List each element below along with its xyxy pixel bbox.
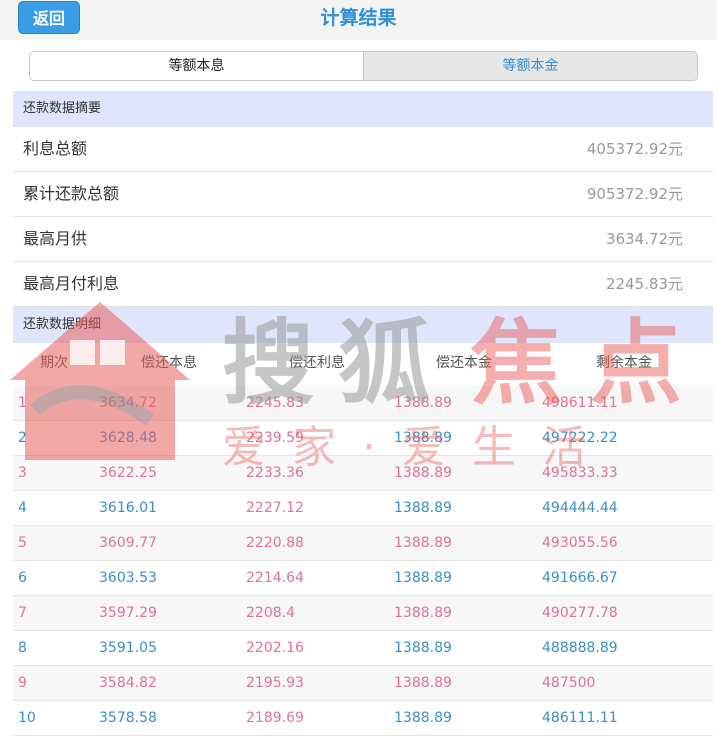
summary-label: 最高月付利息: [23, 274, 120, 293]
cell-principal: 1388.89: [394, 640, 452, 656]
cell-period: 7: [18, 605, 27, 621]
cell-principal: 1388.89: [394, 675, 452, 691]
summary-label: 最高月供: [23, 229, 88, 248]
cell-remaining: 491666.67: [542, 570, 618, 586]
cell-payment: 3603.53: [99, 570, 157, 586]
summary-value: 905372.92元: [586, 185, 683, 203]
cell-remaining: 494444.44: [542, 500, 618, 516]
cell-remaining: 487500: [542, 675, 596, 691]
column-header-period: 期次: [40, 355, 68, 371]
summary-section-title: 还款数据摘要: [13, 91, 713, 127]
cell-remaining: 493055.56: [542, 535, 618, 551]
tab-equal-installment[interactable]: 等额本息: [30, 52, 363, 80]
cell-interest: 2220.88: [246, 535, 304, 551]
cell-payment: 3578.58: [99, 710, 157, 726]
detail-section-title: 还款数据明细: [13, 307, 713, 343]
column-header-payment: 偿还本息: [141, 355, 197, 371]
summary-row-total-interest: 利息总额 405372.92元: [13, 127, 713, 172]
summary-value: 2245.83元: [605, 275, 683, 293]
cell-payment: 3628.48: [99, 430, 157, 446]
table-row: 8 3591.05 2202.16 1388.89 488888.89: [13, 631, 713, 666]
cell-period: 2: [18, 430, 27, 446]
cell-remaining: 490277.78: [542, 605, 618, 621]
cell-principal: 1388.89: [394, 430, 452, 446]
cell-payment: 3634.72: [99, 395, 157, 411]
cell-interest: 2208.4: [246, 605, 295, 621]
table-row: 7 3597.29 2208.4 1388.89 490277.78: [13, 596, 713, 631]
column-header-interest: 偿还利息: [289, 355, 345, 371]
column-header-remaining: 剩余本金: [596, 355, 652, 371]
cell-interest: 2202.16: [246, 640, 304, 656]
cell-period: 6: [18, 570, 27, 586]
cell-interest: 2245.83: [246, 395, 304, 411]
cell-payment: 3622.25: [99, 465, 157, 481]
summary-label: 累计还款总额: [23, 184, 120, 203]
table-row: 10 3578.58 2189.69 1388.89 486111.11: [13, 701, 713, 736]
tab-equal-principal[interactable]: 等额本金: [363, 52, 697, 80]
cell-principal: 1388.89: [394, 500, 452, 516]
cell-remaining: 495833.33: [542, 465, 618, 481]
cell-interest: 2189.69: [246, 710, 304, 726]
top-bar: 返回 计算结果: [0, 0, 717, 40]
cell-principal: 1388.89: [394, 605, 452, 621]
summary-row-total-repayment: 累计还款总额 905372.92元: [13, 172, 713, 217]
cell-period: 10: [18, 710, 36, 726]
column-header-principal: 偿还本金: [436, 355, 492, 371]
table-row: 9 3584.82 2195.93 1388.89 487500: [13, 666, 713, 701]
calc-method-tabs: 等额本息 等额本金: [29, 51, 698, 81]
cell-principal: 1388.89: [394, 570, 452, 586]
cell-period: 4: [18, 500, 27, 516]
cell-payment: 3609.77: [99, 535, 157, 551]
cell-period: 5: [18, 535, 27, 551]
cell-period: 9: [18, 675, 27, 691]
table-row: 6 3603.53 2214.64 1388.89 491666.67: [13, 561, 713, 596]
table-row: 3 3622.25 2233.36 1388.89 495833.33: [13, 456, 713, 491]
cell-payment: 3597.29: [99, 605, 157, 621]
cell-period: 8: [18, 640, 27, 656]
cell-interest: 2214.64: [246, 570, 304, 586]
cell-remaining: 498611.11: [542, 395, 618, 411]
cell-period: 3: [18, 465, 27, 481]
cell-principal: 1388.89: [394, 710, 452, 726]
summary-label: 利息总额: [23, 139, 88, 158]
cell-interest: 2239.59: [246, 430, 304, 446]
cell-principal: 1388.89: [394, 395, 452, 411]
page-title: 计算结果: [320, 7, 397, 29]
cell-remaining: 486111.11: [542, 710, 618, 726]
cell-remaining: 497222.22: [542, 430, 618, 446]
cell-payment: 3616.01: [99, 500, 157, 516]
cell-interest: 2233.36: [246, 465, 304, 481]
table-row: 5 3609.77 2220.88 1388.89 493055.56: [13, 526, 713, 561]
summary-row-max-monthly: 最高月供 3634.72元: [13, 217, 713, 262]
table-row: 1 3634.72 2245.83 1388.89 498611.11: [13, 386, 713, 421]
cell-principal: 1388.89: [394, 535, 452, 551]
cell-principal: 1388.89: [394, 465, 452, 481]
table-row: 4 3616.01 2227.12 1388.89 494444.44: [13, 491, 713, 526]
summary-value: 405372.92元: [586, 140, 683, 158]
cell-interest: 2195.93: [246, 675, 304, 691]
summary-value: 3634.72元: [605, 230, 683, 248]
summary-row-max-interest: 最高月付利息 2245.83元: [13, 262, 713, 307]
cell-remaining: 488888.89: [542, 640, 618, 656]
cell-payment: 3584.82: [99, 675, 157, 691]
cell-interest: 2227.12: [246, 500, 304, 516]
table-row: 2 3628.48 2239.59 1388.89 497222.22: [13, 421, 713, 456]
cell-period: 1: [18, 395, 27, 411]
cell-payment: 3591.05: [99, 640, 157, 656]
